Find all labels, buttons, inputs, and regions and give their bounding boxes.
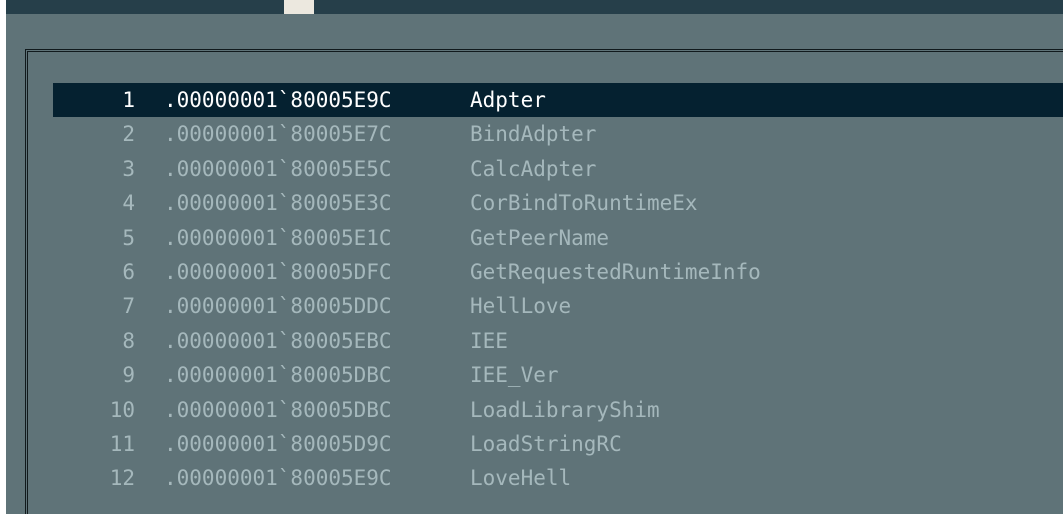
row-address: .00000001`80005E1C xyxy=(164,225,392,250)
row-symbol-name: LoadLibraryShim xyxy=(470,397,660,422)
list-row[interactable]: 5 .00000001`80005E1C GetPeerName xyxy=(53,221,1063,255)
row-symbol-name: CorBindToRuntimeEx xyxy=(470,191,698,216)
row-number: 3 xyxy=(122,156,135,181)
debugger-window: 1 .00000001`80005E9C Adpter 2 .00000001`8000… xyxy=(0,0,1063,514)
row-symbol-name: HellLove xyxy=(470,294,572,319)
row-number: 8 xyxy=(122,328,135,353)
row-number: 11 xyxy=(109,431,135,456)
row-symbol-name: CalcAdpter xyxy=(470,156,597,181)
list-row-selected[interactable]: 1 .00000001`80005E9C Adpter xyxy=(53,83,1063,118)
row-symbol-name: BindAdpter xyxy=(470,122,597,147)
list-row[interactable]: 10 .00000001`80005DBC LoadLibraryShim xyxy=(53,393,1063,427)
row-address: .00000001`80005E3C xyxy=(164,191,392,216)
row-address: .00000001`80005D9C xyxy=(164,431,392,456)
row-address: .00000001`80005E5C xyxy=(164,156,392,181)
list-row[interactable]: 6 .00000001`80005DFC GetRequestedRuntimeIn… xyxy=(53,255,1063,289)
list-row[interactable]: 9 .00000001`80005DBC IEE_Ver xyxy=(53,358,1063,392)
row-address: .00000001`80005DFC xyxy=(164,259,392,284)
row-number: 2 xyxy=(122,122,135,147)
row-number: 9 xyxy=(122,363,135,388)
row-address: .00000001`80005DDC xyxy=(164,294,392,319)
row-symbol-name: GetRequestedRuntimeInfo xyxy=(470,259,761,284)
row-address: .00000001`80005EBC xyxy=(164,328,392,353)
row-symbol-name: LoadStringRC xyxy=(470,431,622,456)
row-number: 4 xyxy=(122,191,135,216)
list-row[interactable]: 12 .00000001`80005E9C LoveHell xyxy=(53,461,1063,495)
row-address: .00000001`80005E7C xyxy=(164,122,392,147)
row-symbol-name: IEE xyxy=(470,328,508,353)
row-address: .00000001`80005DBC xyxy=(164,397,392,422)
list-row[interactable]: 3 .00000001`80005E5C CalcAdpter xyxy=(53,152,1063,186)
window-titlebar xyxy=(6,0,1063,14)
row-number: 1 xyxy=(122,88,135,112)
row-address: .00000001`80005DBC xyxy=(164,363,392,388)
row-symbol-name: IEE_Ver xyxy=(470,363,559,388)
row-symbol-name: LoveHell xyxy=(470,466,572,491)
row-number: 6 xyxy=(122,259,135,284)
list-row[interactable]: 11 .00000001`80005D9C LoadStringRC xyxy=(53,427,1063,461)
list-row[interactable]: 4 .00000001`80005E3C CorBindToRuntimeEx xyxy=(53,186,1063,220)
row-number: 5 xyxy=(122,225,135,250)
list-row[interactable]: 2 .00000001`80005E7C BindAdpter xyxy=(53,117,1063,151)
titlebar-tab-marker xyxy=(284,0,314,14)
row-address: .00000001`80005E9C xyxy=(164,466,392,491)
list-row[interactable]: 7 .00000001`80005DDC HellLove xyxy=(53,289,1063,323)
row-address: .00000001`80005E9C xyxy=(164,88,392,112)
row-number: 7 xyxy=(122,294,135,319)
list-row[interactable]: 8 .00000001`80005EBC IEE xyxy=(53,324,1063,358)
row-symbol-name: Adpter xyxy=(470,88,546,112)
row-symbol-name: GetPeerName xyxy=(470,225,610,250)
export-symbol-list[interactable]: 1 .00000001`80005E9C Adpter 2 .00000001`8000… xyxy=(53,83,1063,496)
row-number: 12 xyxy=(109,466,135,491)
row-number: 10 xyxy=(109,397,135,422)
